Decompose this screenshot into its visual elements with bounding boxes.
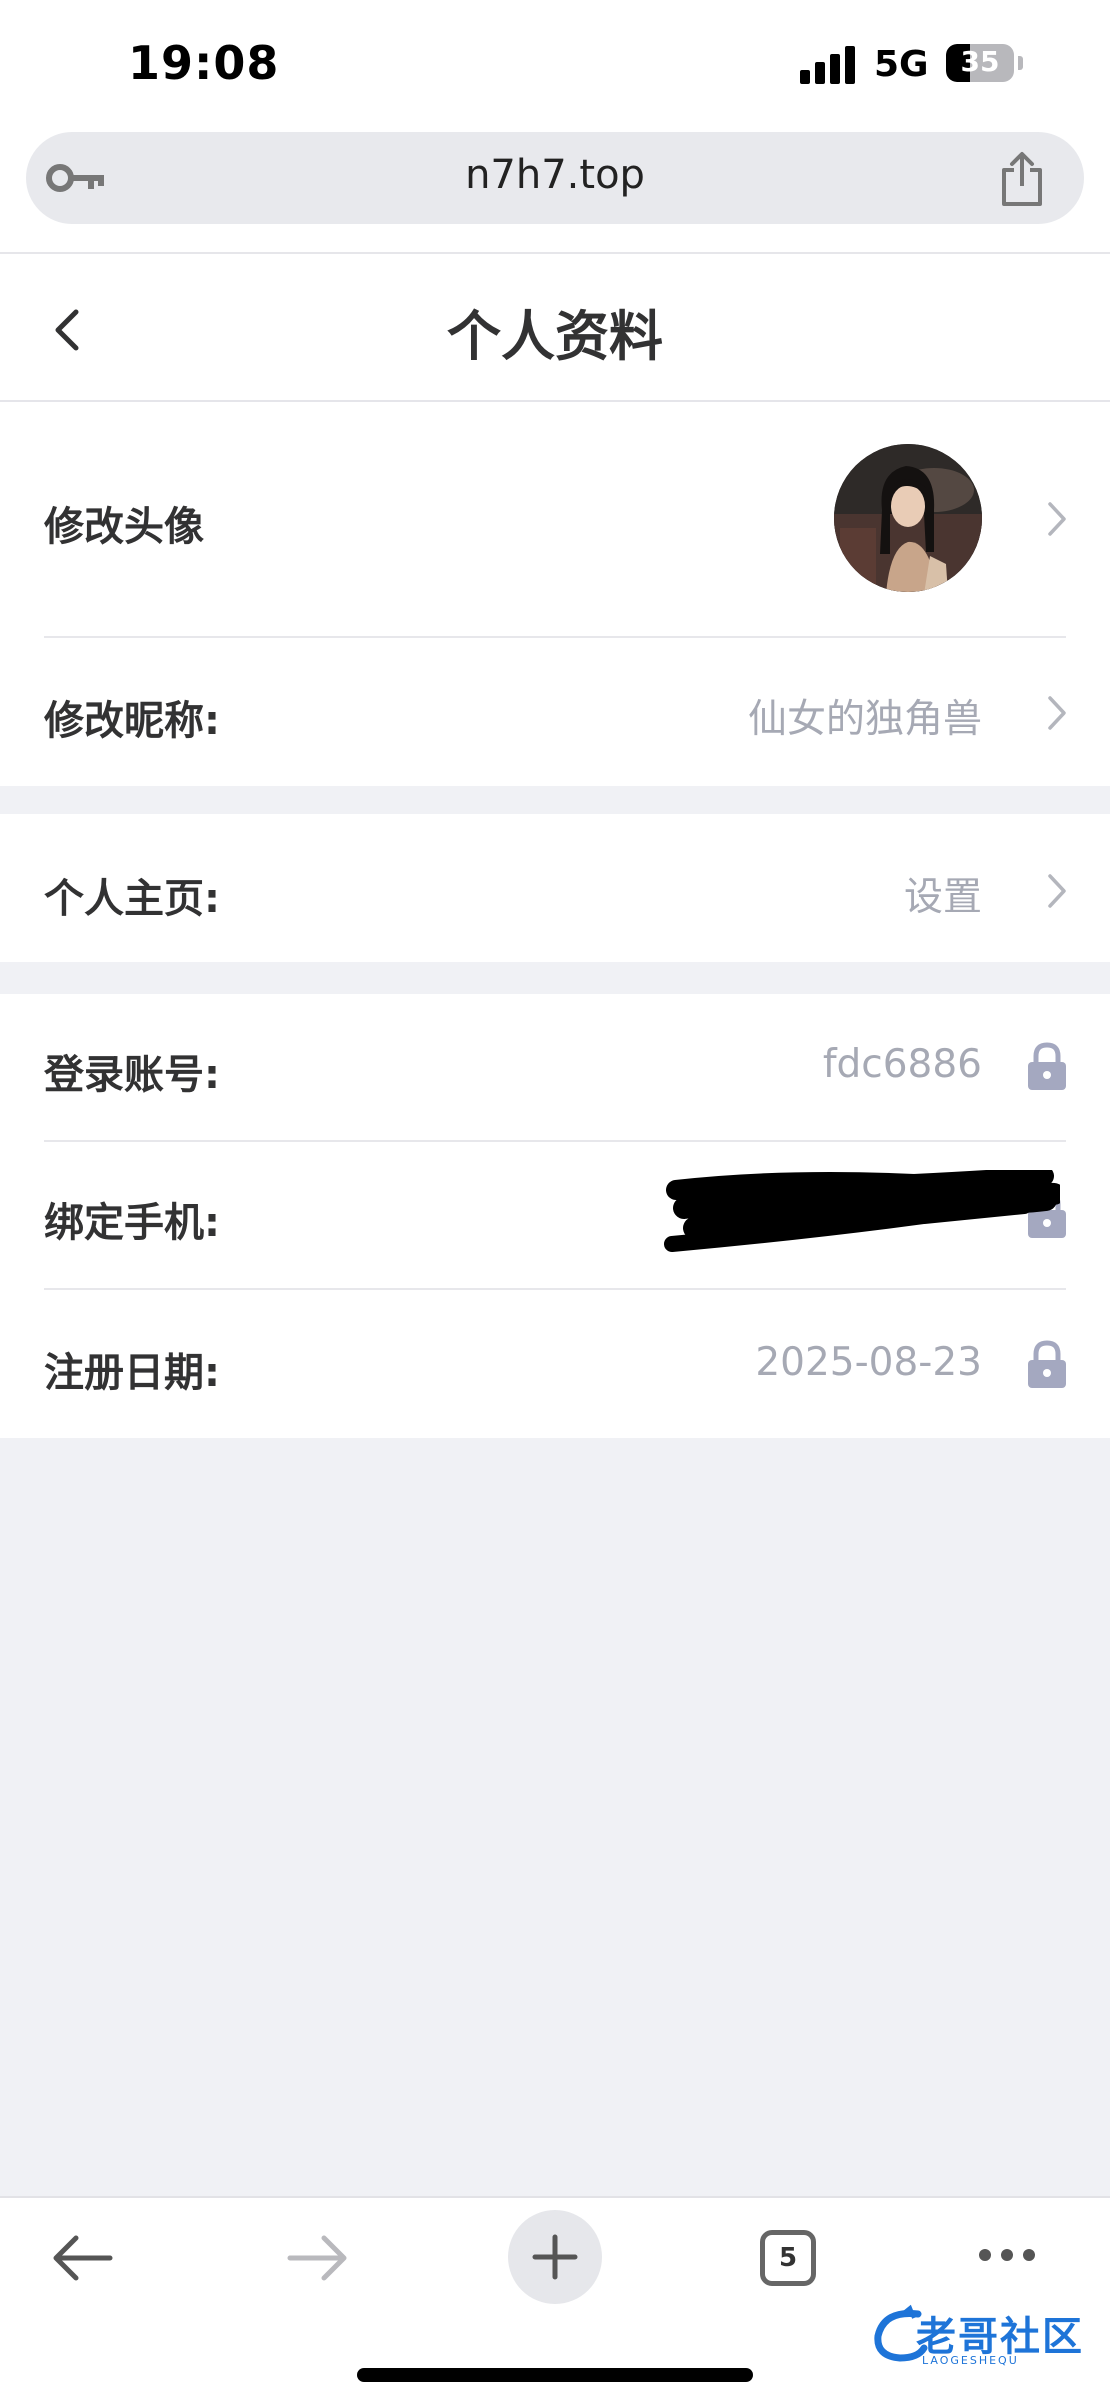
phone-label: 绑定手机: <box>44 1200 220 1246</box>
share-icon[interactable] <box>996 150 1048 208</box>
status-time: 19:08 <box>128 36 280 90</box>
signal-icon <box>800 42 860 84</box>
watermark: 老哥社区 LAOGESHEQU <box>870 2300 1100 2370</box>
battery-tip <box>1018 56 1023 70</box>
redaction-scribble <box>664 1170 1060 1252</box>
chevron-right-icon <box>1048 874 1066 908</box>
account-value: fdc6886 <box>822 1042 982 1087</box>
plus-icon <box>532 2234 578 2280</box>
arrow-left-icon[interactable] <box>48 2234 116 2282</box>
arrow-right-icon[interactable] <box>284 2234 352 2282</box>
browser-address-area: n7h7.top <box>0 130 1110 254</box>
watermark-subtext: LAOGESHEQU <box>922 2354 1019 2367</box>
status-bar: 19:08 5G 35 <box>0 0 1110 130</box>
avatar[interactable] <box>834 444 982 592</box>
lock-icon <box>1028 1340 1066 1388</box>
homepage-label: 个人主页: <box>44 876 220 922</box>
nav-bar: 个人资料 <box>0 254 1110 402</box>
battery-icon: 35 <box>946 44 1014 82</box>
account-label: 登录账号: <box>44 1052 220 1098</box>
network-type: 5G <box>874 44 929 85</box>
address-bar[interactable]: n7h7.top <box>26 132 1084 224</box>
account-cell: 登录账号: fdc6886 <box>0 994 1110 1140</box>
page-title: 个人资料 <box>447 305 663 368</box>
homepage-value: 设置 <box>903 875 982 920</box>
url-text[interactable]: n7h7.top <box>26 152 1084 198</box>
home-indicator <box>357 2368 753 2382</box>
lock-icon <box>1028 1042 1066 1090</box>
more-icon[interactable] <box>978 2248 1036 2262</box>
chevron-right-icon <box>1048 696 1066 730</box>
register-date-cell: 注册日期: 2025-08-23 <box>0 1290 1110 1438</box>
register-value: 2025-08-23 <box>755 1340 982 1385</box>
avatar-label: 修改头像 <box>44 504 204 550</box>
battery-level: 35 <box>960 45 1000 78</box>
chevron-right-icon <box>1048 502 1066 536</box>
nickname-value: 仙女的独角兽 <box>747 697 982 742</box>
nickname-cell[interactable]: 修改昵称: 仙女的独角兽 <box>0 638 1110 786</box>
tabs-icon[interactable]: 5 <box>760 2230 816 2286</box>
register-label: 注册日期: <box>44 1350 220 1396</box>
homepage-cell[interactable]: 个人主页: 设置 <box>0 814 1110 962</box>
profile-group-homepage: 个人主页: 设置 <box>0 814 1110 962</box>
new-tab-button[interactable] <box>508 2210 602 2304</box>
nickname-label: 修改昵称: <box>44 698 220 744</box>
